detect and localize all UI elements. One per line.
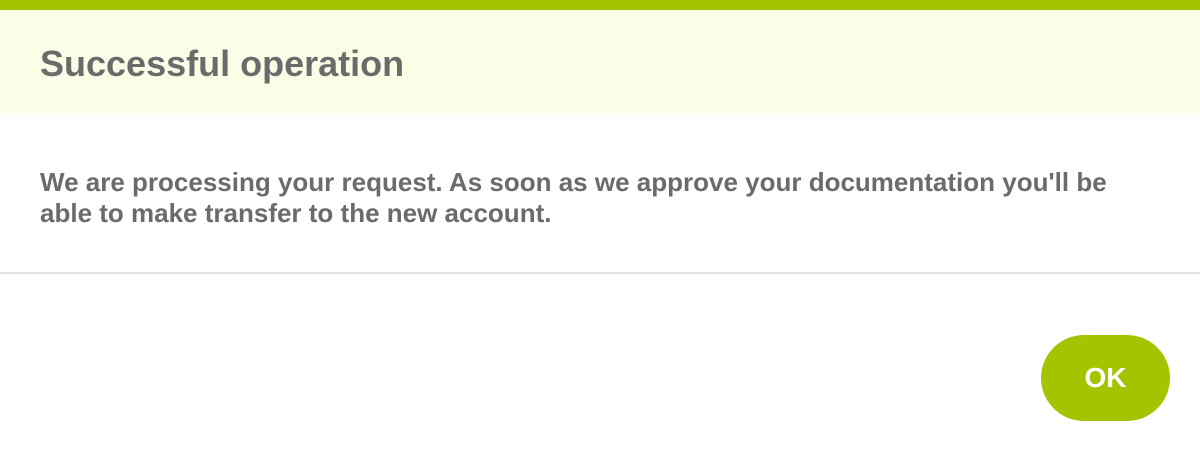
dialog-header: Successful operation	[0, 10, 1200, 113]
dialog-body: We are processing your request. As soon …	[0, 113, 1200, 274]
dialog-message: We are processing your request. As soon …	[40, 167, 1107, 228]
ok-button[interactable]: OK	[1041, 335, 1170, 421]
accent-bar	[0, 0, 1200, 10]
success-dialog: Successful operation We are processing y…	[0, 0, 1200, 462]
dialog-footer: OK	[0, 274, 1200, 462]
dialog-title: Successful operation	[40, 42, 405, 84]
